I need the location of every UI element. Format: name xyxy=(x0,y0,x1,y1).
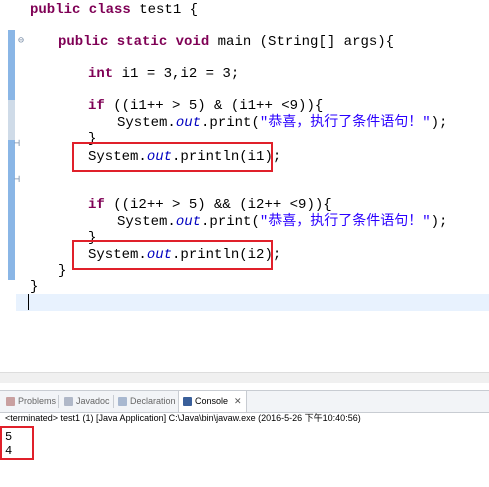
tab-problems[interactable]: Problems xyxy=(6,391,56,412)
code-line: if ((i2++ > 5) && (i2++ <9)){ xyxy=(88,197,332,213)
change-bar-secondary xyxy=(8,100,15,140)
change-bar xyxy=(8,30,15,280)
console-output[interactable]: 5 4 xyxy=(0,426,489,487)
bottom-panel-tabs: Problems Javadoc Declaration Console ✕ xyxy=(0,390,489,413)
console-status: <terminated> test1 (1) [Java Application… xyxy=(5,413,361,423)
close-icon[interactable]: ✕ xyxy=(234,391,242,412)
code-line: System.out.print("恭喜，执行了条件语句！"); xyxy=(117,115,448,131)
tab-console[interactable]: Console ✕ xyxy=(178,391,247,412)
code-line: public static void main (String[] args){ xyxy=(58,34,395,50)
tab-declaration[interactable]: Declaration xyxy=(118,391,176,412)
tab-separator xyxy=(113,395,114,408)
code-line: int i1 = 3,i2 = 3; xyxy=(88,66,240,82)
console-icon xyxy=(183,397,192,406)
code-editor[interactable]: ⊖ ⊣ ⊣ public class test1 { public static… xyxy=(0,0,489,383)
code-line: public class test1 { xyxy=(30,2,199,18)
fold-marker-icon: ⊣ xyxy=(14,175,21,186)
code-line: } xyxy=(58,263,67,279)
highlight-box xyxy=(72,142,273,172)
tab-javadoc[interactable]: Javadoc xyxy=(64,391,110,412)
current-line-highlight xyxy=(16,294,489,311)
code-line: } xyxy=(30,279,39,295)
fold-marker-icon: ⊣ xyxy=(14,139,21,150)
code-line: System.out.print("恭喜，执行了条件语句！"); xyxy=(117,214,448,230)
horizontal-scrollbar[interactable] xyxy=(0,372,489,383)
text-cursor xyxy=(28,294,29,310)
code-line: if ((i1++ > 5) & (i1++ <9)){ xyxy=(88,98,324,114)
fold-toggle-icon[interactable]: ⊖ xyxy=(18,37,24,47)
tab-separator xyxy=(58,395,59,408)
highlight-box xyxy=(72,240,273,270)
problems-icon xyxy=(6,397,15,406)
javadoc-icon xyxy=(64,397,73,406)
declaration-icon xyxy=(118,397,127,406)
highlight-box xyxy=(0,426,34,460)
